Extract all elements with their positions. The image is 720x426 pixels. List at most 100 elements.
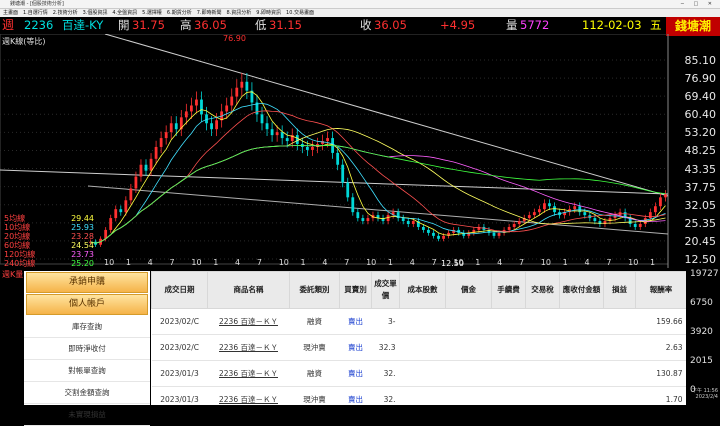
- column-header[interactable]: 成交單價: [371, 271, 400, 309]
- candle-body: [144, 164, 148, 171]
- sidebar-item-2[interactable]: 對帳單查詢: [24, 360, 150, 382]
- candle-body: [336, 152, 340, 165]
- x-tick-label: 7: [256, 258, 262, 267]
- open-price: 31.75: [132, 18, 165, 32]
- menu-item-9[interactable]: 9.即時資訊: [256, 10, 281, 16]
- column-header[interactable]: 應收付金額: [559, 271, 604, 309]
- column-header[interactable]: 交易稅: [525, 271, 560, 309]
- table-row[interactable]: 2023/02/C 2236 百達－ＫＹ 現沖賣 賣出 32.3 2.63: [151, 334, 686, 361]
- candle-body: [275, 132, 279, 136]
- trade-price: 32.: [371, 386, 400, 405]
- product-name[interactable]: 2236 百達－ＫＹ: [207, 360, 290, 387]
- tax: [525, 334, 560, 361]
- open-label: 開: [118, 18, 130, 32]
- high-price: 36.05: [194, 18, 227, 32]
- menu-item-6[interactable]: 6.期貨分析: [167, 10, 192, 16]
- column-header[interactable]: 商品名稱: [207, 271, 290, 309]
- product-name[interactable]: 2236 百達－ＫＹ: [207, 334, 290, 361]
- x-tick-label: 4: [409, 258, 415, 267]
- trade-date: 2023/01/3: [151, 360, 208, 387]
- trade-date: 2023/02/C: [151, 334, 208, 361]
- x-tick-label: 10: [540, 258, 551, 267]
- candle-body: [311, 146, 314, 150]
- menu-item-3[interactable]: 3.個股資訊: [83, 10, 108, 16]
- candle-body: [159, 138, 163, 147]
- candle-body: [285, 138, 289, 142]
- candle-body: [280, 132, 284, 139]
- candle-body: [351, 197, 355, 213]
- candle-body: [154, 146, 158, 159]
- buy-sell-side[interactable]: 賣出: [339, 334, 372, 361]
- sidebar-item-0[interactable]: 庫存查詢: [24, 316, 150, 338]
- candle-body: [583, 212, 587, 216]
- volume-label: 量: [506, 18, 518, 32]
- x-tick-label: 7: [518, 258, 525, 267]
- candle-body: [174, 123, 178, 130]
- candle-body: [346, 182, 350, 198]
- y-tick-label: 60.40: [684, 108, 717, 122]
- menu-item-1[interactable]: 1.自選行情: [23, 10, 48, 16]
- candle-body: [633, 224, 637, 227]
- stock-name: 百達-KY: [62, 18, 104, 32]
- column-header[interactable]: 成本股數: [399, 271, 446, 309]
- sidebar-item-4[interactable]: 未實現損益: [24, 404, 150, 426]
- chart-high-annotation: 76.90: [223, 34, 246, 43]
- table-row[interactable]: 2023/02/C 2236 百達－ＫＹ 融資 賣出 3- 159.66: [151, 308, 686, 335]
- ma-legend-row: 20均線 23.28: [0, 232, 96, 241]
- sidebar-item-1[interactable]: 即時淨收付: [24, 338, 150, 360]
- sidebar-item-3[interactable]: 交割金額查詢: [24, 382, 150, 404]
- column-header[interactable]: 損益: [603, 271, 636, 309]
- fee: [491, 360, 526, 387]
- candle-body: [104, 229, 108, 239]
- candle-body: [427, 229, 430, 233]
- x-tick-label: 10: [104, 258, 115, 267]
- column-header[interactable]: 價金: [445, 271, 492, 309]
- buy-sell-side[interactable]: 賣出: [339, 308, 372, 335]
- candle-body: [492, 232, 496, 236]
- ma-name: 240均線: [4, 259, 36, 268]
- account-sidebar: 承銷申購 個人帳戶 庫存查詢 即時淨收付 對帳單查詢 交割金額查詢 未實現損益: [24, 271, 150, 426]
- ipo-subscription-button[interactable]: 承銷申購: [26, 272, 148, 293]
- x-tick-label: 10: [278, 258, 289, 267]
- window-controls[interactable]: ─ □ ✕: [681, 0, 716, 8]
- profit-loss: [603, 308, 636, 335]
- price-chart-svg[interactable]: [0, 34, 720, 268]
- ma-name: 20均線: [4, 232, 31, 241]
- buy-sell-side[interactable]: 賣出: [339, 386, 372, 405]
- menu-item-10[interactable]: 10.交易畫面: [286, 10, 314, 16]
- column-header[interactable]: 委託類別: [289, 271, 340, 309]
- personal-account-button[interactable]: 個人帳戶: [26, 294, 148, 315]
- menu-item-0[interactable]: 主畫面: [3, 10, 18, 16]
- candle-body: [169, 123, 173, 133]
- column-header[interactable]: 買賣別: [339, 271, 372, 309]
- chart-title: 週K線(等比): [2, 37, 46, 46]
- candle-body: [537, 209, 541, 213]
- candle-body: [432, 232, 435, 236]
- x-tick-label: 1: [213, 258, 219, 267]
- candle-body: [114, 209, 118, 219]
- ma-legend-row: 240均線 25.20: [0, 259, 96, 268]
- column-header[interactable]: 報酬率: [635, 271, 686, 309]
- menu-item-2[interactable]: 2.技術分析: [53, 10, 78, 16]
- ma-value: 23.28: [71, 232, 94, 241]
- stock-code: 2236: [24, 18, 54, 32]
- ma-name: 60均線: [4, 241, 31, 250]
- candle-body: [497, 232, 501, 236]
- menu-item-8[interactable]: 8.資訊分析: [226, 10, 251, 16]
- table-row[interactable]: 2023/01/3 2236 百達－ＫＹ 現沖賣 賣出 32. 1.70: [151, 386, 686, 405]
- product-name[interactable]: 2236 百達－ＫＹ: [207, 386, 290, 405]
- column-header[interactable]: 手續費: [491, 271, 526, 309]
- menu-item-4[interactable]: 4.全盤資訊: [112, 10, 137, 16]
- high-label: 高: [180, 18, 192, 32]
- menu-item-5[interactable]: 5.選擇權: [142, 10, 162, 16]
- menu-item-7[interactable]: 7.即時新聞: [197, 10, 222, 16]
- y-tick-label: 25.35: [684, 216, 717, 230]
- table-row[interactable]: 2023/01/3 2236 百達－ＫＹ 融資 賣出 32. 130.87: [151, 360, 686, 387]
- product-name[interactable]: 2236 百達－ＫＹ: [207, 308, 290, 335]
- ma-value: 23.73: [71, 250, 94, 259]
- title-bar: 錢塘潮 - [個股技術分析] ─ □ ✕: [0, 0, 720, 9]
- price-chart[interactable]: [0, 34, 720, 268]
- buy-sell-side[interactable]: 賣出: [339, 360, 372, 387]
- column-header[interactable]: 成交日期: [151, 271, 208, 309]
- y-tick-label: 12.50: [684, 253, 717, 266]
